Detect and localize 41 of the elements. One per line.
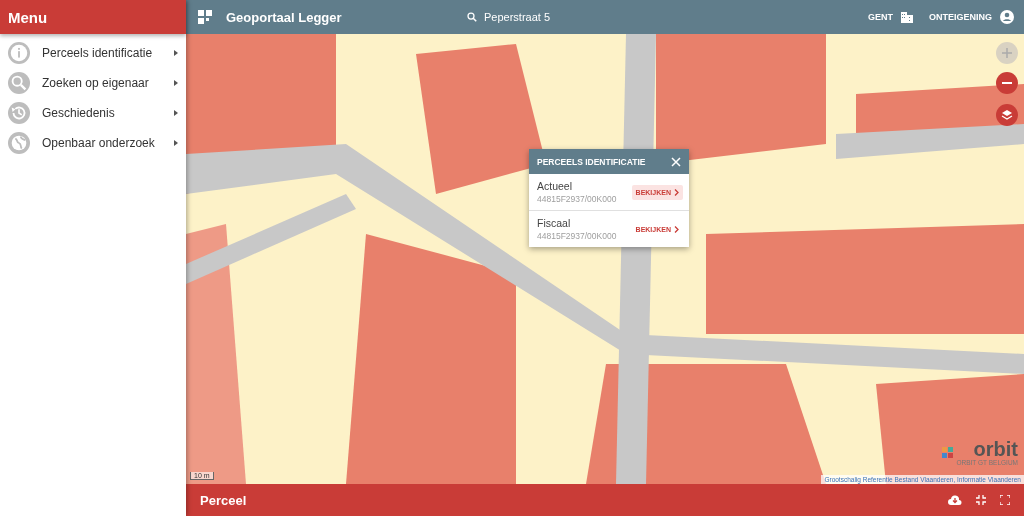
menu-item[interactable]: Geschiedenis (0, 98, 186, 128)
parcel-code: 44815F2937/00K000 (537, 194, 617, 204)
layers-icon (1001, 109, 1013, 121)
menu-item[interactable]: Perceels identificatie (0, 38, 186, 68)
cloud-download-icon[interactable] (948, 495, 962, 505)
menu-title: Menu (0, 0, 186, 34)
caret-icon (174, 110, 178, 116)
globe-icon (8, 132, 30, 154)
city-label: GENT (867, 12, 893, 22)
app-logo-icon (198, 10, 212, 24)
search-icon (466, 11, 478, 23)
logo-text: orbit (973, 439, 1018, 459)
caret-icon (174, 140, 178, 146)
mode-label: ONTEIGENING (929, 12, 992, 22)
close-button[interactable] (671, 156, 681, 167)
popup-title: PERCEELS IDENTIFICATIE (537, 156, 646, 167)
app-title: Geoportaal Legger (226, 9, 343, 25)
caret-icon (174, 50, 178, 56)
menu-item-label: Geschiedenis (42, 106, 116, 120)
chevron-icon (674, 225, 679, 233)
parcel-code: 44815F2937/00K000 (537, 231, 617, 241)
building-icon[interactable] (901, 11, 913, 23)
row-label: Actueel (537, 180, 574, 192)
account-icon[interactable] (1000, 10, 1014, 24)
chevron-icon (674, 188, 679, 196)
menu-item-label: Zoeken op eigenaar (42, 76, 150, 90)
menu-item-label: Openbaar onderzoek (42, 136, 156, 150)
exit-fullscreen-icon[interactable] (976, 495, 986, 505)
menu-item-label: Perceels identificatie (42, 46, 154, 60)
panel-title: Perceel (200, 492, 248, 508)
menu-item[interactable]: Zoeken op eigenaar (0, 68, 186, 98)
logo-mark-icon (942, 446, 955, 459)
history-icon (8, 102, 30, 124)
plus-icon (1002, 48, 1012, 58)
search-field[interactable]: Peperstraat 5 (484, 11, 604, 23)
caret-icon (174, 80, 178, 86)
search-icon (8, 72, 30, 94)
row-label: Fiscaal (537, 217, 572, 229)
info-icon (8, 42, 30, 64)
menu-item[interactable]: Openbaar onderzoek (0, 128, 186, 158)
fullscreen-icon[interactable] (1000, 495, 1010, 505)
